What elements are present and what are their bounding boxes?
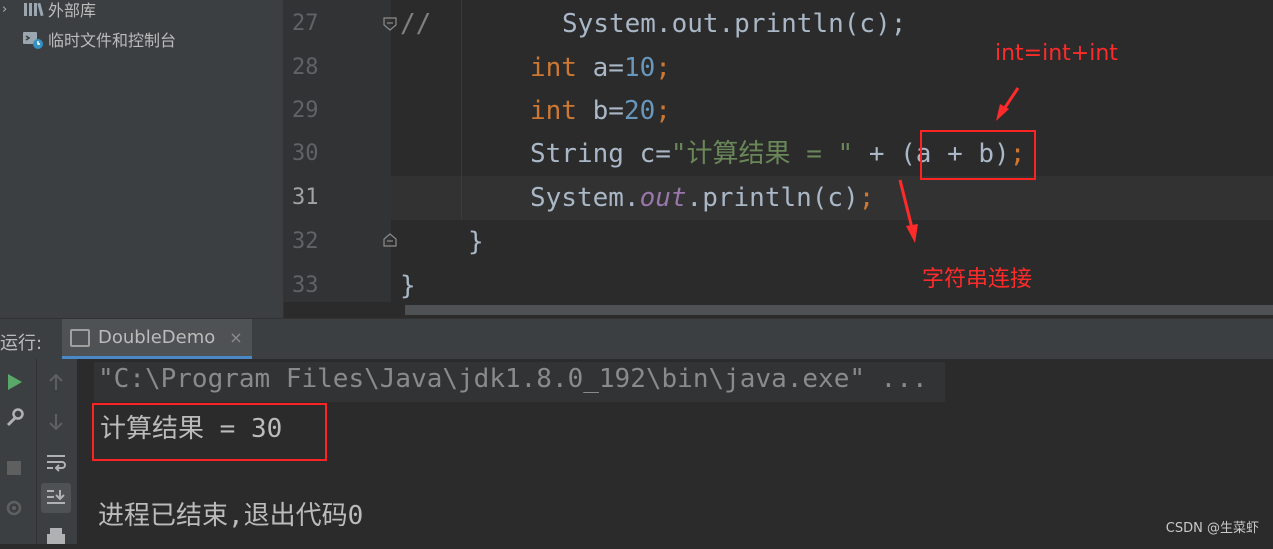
soft-wrap-button[interactable] (42, 449, 70, 475)
run-toolbar-primary (0, 359, 36, 544)
console-exit-line: 进程已结束,退出代码0 (98, 501, 364, 531)
run-label: 运行: (0, 333, 43, 354)
tab-label: DoubleDemo (98, 327, 216, 348)
scroll-up-button[interactable] (42, 369, 70, 395)
wrench-icon (6, 408, 24, 427)
close-icon[interactable]: × (229, 328, 242, 347)
run-tab-doubledemo[interactable]: DoubleDemo × (62, 319, 252, 359)
console-icon (70, 328, 90, 347)
annotation-result-box (92, 403, 327, 461)
run-tool-window-header: 运行: DoubleDemo × (0, 318, 1273, 359)
camera-icon (6, 500, 22, 516)
settings-button[interactable] (0, 405, 28, 431)
run-toolbar-secondary (36, 359, 77, 544)
dump-threads-button[interactable] (0, 495, 28, 521)
scroll-to-end-button[interactable] (41, 483, 71, 513)
arrow-down-icon (49, 414, 63, 431)
run-icon (8, 374, 22, 390)
rerun-button[interactable] (0, 369, 28, 395)
stop-button[interactable] (0, 455, 28, 481)
soft-wrap-icon (47, 455, 66, 472)
watermark: CSDN @生菜虾 (1165, 521, 1259, 536)
console-command-line: "C:\Program Files\Java\jdk1.8.0_192\bin\… (98, 364, 928, 394)
scroll-down-button[interactable] (42, 409, 70, 435)
print-button[interactable] (42, 523, 70, 549)
stop-icon (7, 461, 21, 475)
scroll-to-end-icon (47, 490, 65, 504)
arrow-up-icon (49, 373, 63, 390)
printer-icon (47, 528, 65, 544)
